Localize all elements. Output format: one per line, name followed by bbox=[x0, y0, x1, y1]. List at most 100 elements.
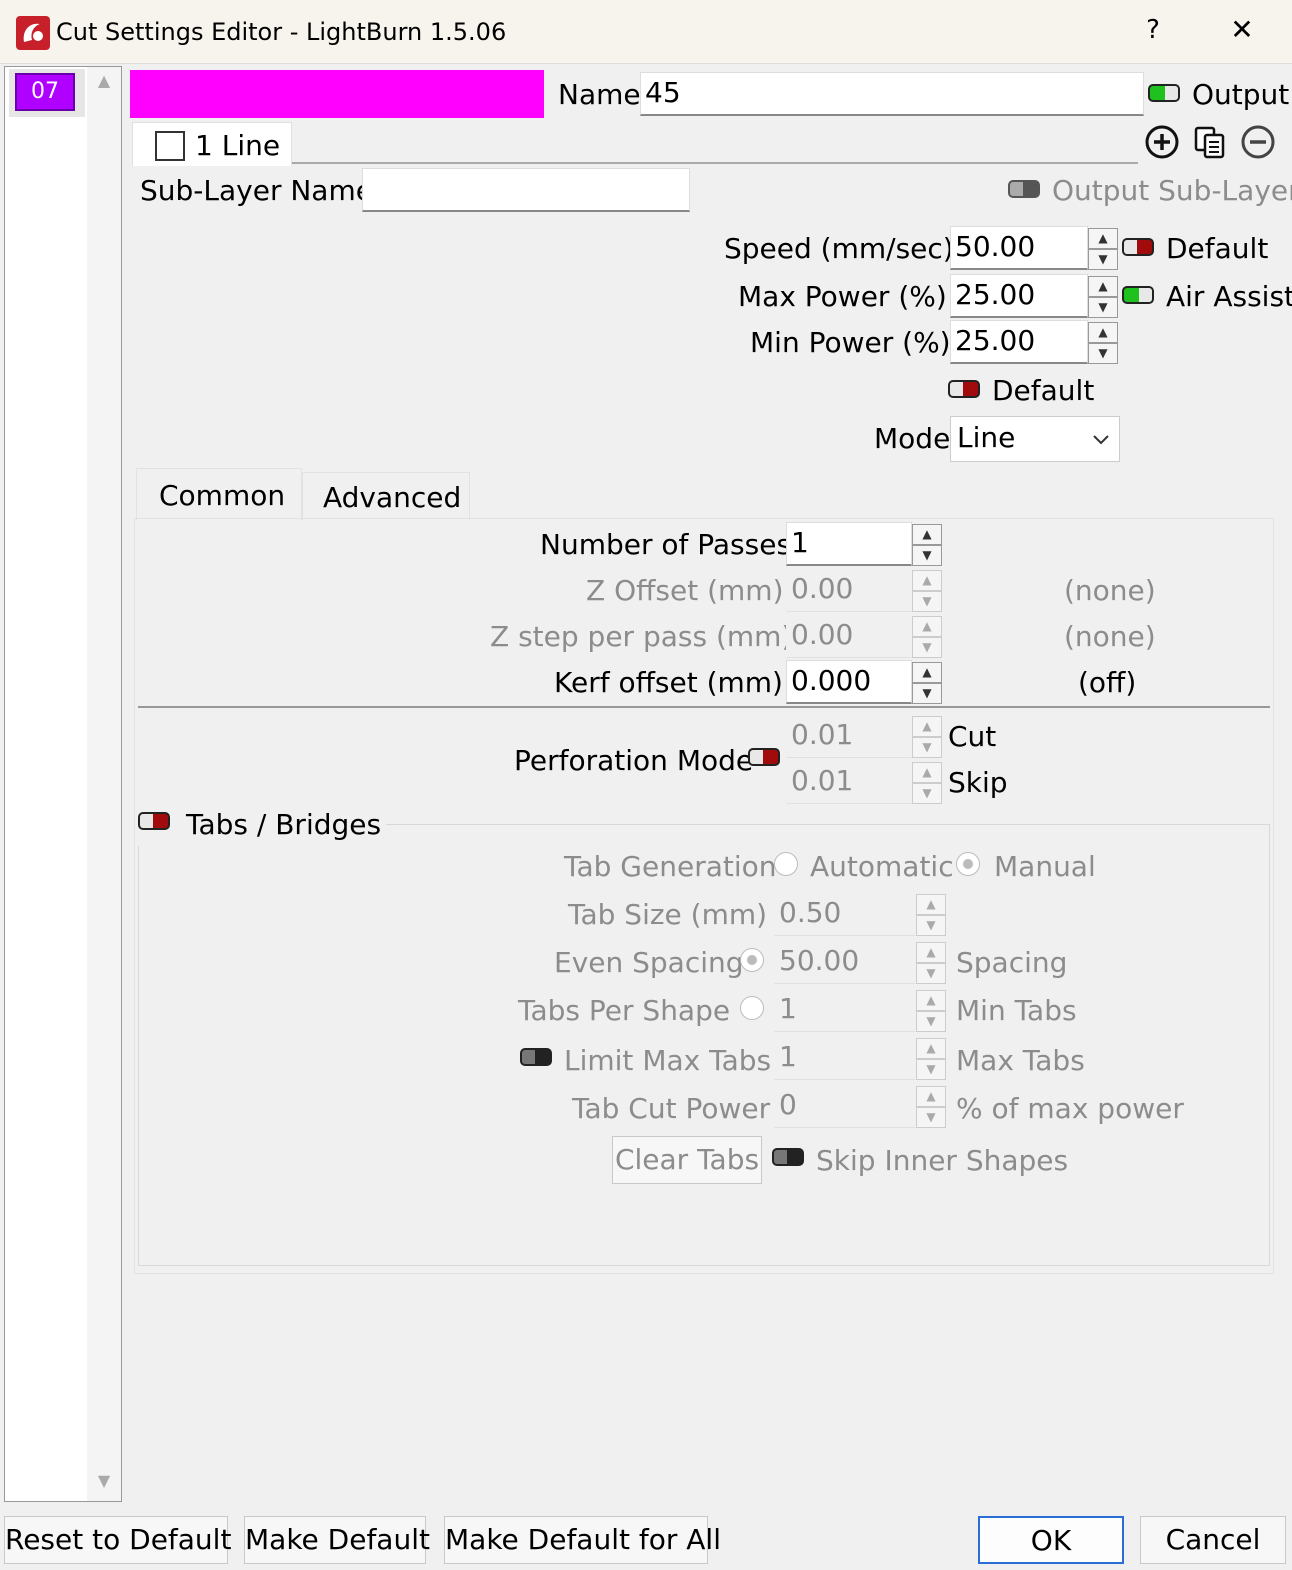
speed-input[interactable]: 50.00 bbox=[950, 226, 1088, 270]
scrollbar[interactable]: ▲ ▼ bbox=[87, 67, 121, 1501]
spin-up-icon[interactable]: ▲ bbox=[912, 524, 942, 545]
mode-select[interactable]: Line bbox=[950, 416, 1120, 462]
spin-down-icon: ▼ bbox=[916, 963, 946, 984]
remove-icon bbox=[1241, 125, 1275, 159]
spin-up-icon: ▲ bbox=[912, 762, 942, 783]
tab-common[interactable]: Common bbox=[136, 468, 302, 520]
manual-radio bbox=[956, 852, 980, 876]
close-icon[interactable]: ✕ bbox=[1222, 14, 1262, 46]
speed-default-toggle[interactable] bbox=[1122, 238, 1154, 256]
spin-up-icon[interactable]: ▲ bbox=[1088, 322, 1118, 343]
output-toggle[interactable] bbox=[1148, 84, 1180, 102]
spin-up-icon[interactable]: ▲ bbox=[1088, 228, 1118, 249]
z-step-label: Z step per pass (mm) bbox=[490, 620, 793, 653]
z-offset-status: (none) bbox=[1064, 574, 1156, 607]
tabs-per-shape-radio bbox=[740, 996, 764, 1020]
tabs-per-shape-spinner: ▲ ▼ bbox=[916, 990, 946, 1032]
passes-input[interactable]: 1 bbox=[786, 522, 912, 566]
spin-down-icon[interactable]: ▼ bbox=[1088, 343, 1118, 364]
spin-down-icon: ▼ bbox=[912, 637, 942, 658]
tab-generation-label: Tab Generation bbox=[564, 850, 777, 883]
passes-spinner[interactable]: ▲ ▼ bbox=[912, 524, 942, 566]
mode-label: Mode bbox=[874, 422, 951, 455]
power-default-toggle[interactable] bbox=[948, 380, 980, 398]
spin-down-icon[interactable]: ▼ bbox=[912, 683, 942, 704]
output-sublayer-toggle[interactable] bbox=[1008, 180, 1040, 198]
make-default-for-all-button[interactable]: Make Default for All bbox=[444, 1516, 721, 1564]
spacing-label: Spacing bbox=[956, 946, 1068, 979]
layer-color-swatch[interactable] bbox=[130, 70, 544, 118]
mode-select-value: Line bbox=[957, 421, 1016, 454]
min-power-input[interactable]: 25.00 bbox=[950, 320, 1088, 364]
add-sublayer-button[interactable] bbox=[1142, 122, 1182, 162]
spin-up-icon[interactable]: ▲ bbox=[912, 662, 942, 683]
sublayer-name-input[interactable] bbox=[362, 168, 690, 212]
kerf-spinner[interactable]: ▲ ▼ bbox=[912, 662, 942, 704]
perforation-skip-label: Skip bbox=[948, 766, 1008, 799]
kerf-label: Kerf offset (mm) bbox=[554, 666, 783, 699]
z-offset-spinner: ▲ ▼ bbox=[912, 570, 942, 612]
spin-down-icon[interactable]: ▼ bbox=[912, 545, 942, 566]
speed-default-label: Default bbox=[1166, 232, 1269, 265]
make-default-button[interactable]: Make Default bbox=[244, 1516, 430, 1564]
output-label: Output bbox=[1192, 78, 1290, 111]
min-power-spinner[interactable]: ▲ ▼ bbox=[1088, 322, 1118, 364]
max-tabs-label: Max Tabs bbox=[956, 1044, 1085, 1077]
name-input[interactable]: 45 bbox=[640, 72, 1144, 116]
cancel-button[interactable]: Cancel bbox=[1140, 1516, 1286, 1564]
scroll-up-icon[interactable]: ▲ bbox=[87, 71, 121, 90]
even-spacing-label: Even Spacing bbox=[554, 946, 744, 979]
sublayer-name-label: Sub-Layer Name bbox=[140, 174, 373, 207]
min-power-label: Min Power (%) bbox=[750, 326, 951, 359]
spin-down-icon: ▼ bbox=[912, 737, 942, 758]
tabs-bridges-label: Tabs / Bridges bbox=[186, 808, 382, 841]
air-assist-toggle[interactable] bbox=[1122, 286, 1154, 304]
even-spacing-radio bbox=[740, 948, 764, 972]
sublayer-checkbox[interactable] bbox=[155, 131, 185, 161]
spin-up-icon: ▲ bbox=[912, 616, 942, 637]
perforation-toggle[interactable] bbox=[748, 748, 780, 766]
max-tabs-spinner: ▲ ▼ bbox=[916, 1038, 946, 1080]
spin-up-icon[interactable]: ▲ bbox=[1088, 276, 1118, 297]
tabs-bridges-toggle[interactable] bbox=[138, 812, 170, 830]
spin-down-icon: ▼ bbox=[912, 783, 942, 804]
spacing-spinner: ▲ ▼ bbox=[916, 942, 946, 984]
output-sublayer-label: Output Sub-Layer bbox=[1052, 174, 1292, 207]
skip-inner-shapes-toggle bbox=[772, 1148, 804, 1166]
ok-button[interactable]: OK bbox=[978, 1516, 1124, 1564]
speed-spinner[interactable]: ▲ ▼ bbox=[1088, 228, 1118, 270]
help-button[interactable]: ? bbox=[1138, 14, 1168, 46]
perforation-cut-input: 0.01 bbox=[786, 714, 912, 758]
spin-down-icon[interactable]: ▼ bbox=[1088, 249, 1118, 270]
spin-up-icon: ▲ bbox=[912, 716, 942, 737]
perforation-label: Perforation Mode bbox=[514, 744, 754, 777]
max-power-spinner[interactable]: ▲ ▼ bbox=[1088, 276, 1118, 318]
chevron-down-icon bbox=[1093, 435, 1109, 445]
scroll-down-icon[interactable]: ▼ bbox=[87, 1471, 121, 1490]
spin-down-icon: ▼ bbox=[916, 1011, 946, 1032]
clear-tabs-button: Clear Tabs bbox=[612, 1136, 762, 1184]
tab-cut-power-label: Tab Cut Power bbox=[572, 1092, 771, 1125]
max-power-input[interactable]: 25.00 bbox=[950, 274, 1088, 318]
layer-chip: 07 bbox=[15, 73, 75, 111]
tab-size-input: 0.50 bbox=[774, 892, 916, 936]
spin-up-icon: ▲ bbox=[916, 1038, 946, 1059]
tab-advanced[interactable]: Advanced bbox=[302, 472, 470, 520]
reset-to-default-button[interactable]: Reset to Default bbox=[4, 1516, 231, 1564]
layer-list: 07 ▲ ▼ bbox=[4, 66, 122, 1502]
max-power-label: Max Power (%) bbox=[738, 280, 947, 313]
max-tabs-input: 1 bbox=[774, 1036, 916, 1080]
add-icon bbox=[1145, 125, 1179, 159]
perforation-skip-input: 0.01 bbox=[786, 760, 912, 804]
sublayer-tab-label: 1 Line bbox=[195, 129, 281, 162]
remove-sublayer-button[interactable] bbox=[1238, 122, 1278, 162]
layer-list-item[interactable]: 07 bbox=[9, 69, 85, 117]
tab-common-label: Common bbox=[159, 479, 286, 512]
divider bbox=[138, 706, 1270, 708]
kerf-input[interactable]: 0.000 bbox=[786, 660, 912, 704]
copy-sublayer-button[interactable] bbox=[1190, 122, 1230, 162]
spin-down-icon[interactable]: ▼ bbox=[1088, 297, 1118, 318]
automatic-label: Automatic bbox=[810, 850, 954, 883]
perforation-skip-spinner: ▲ ▼ bbox=[912, 762, 942, 804]
sublayer-tab[interactable]: 1 Line bbox=[132, 122, 292, 166]
